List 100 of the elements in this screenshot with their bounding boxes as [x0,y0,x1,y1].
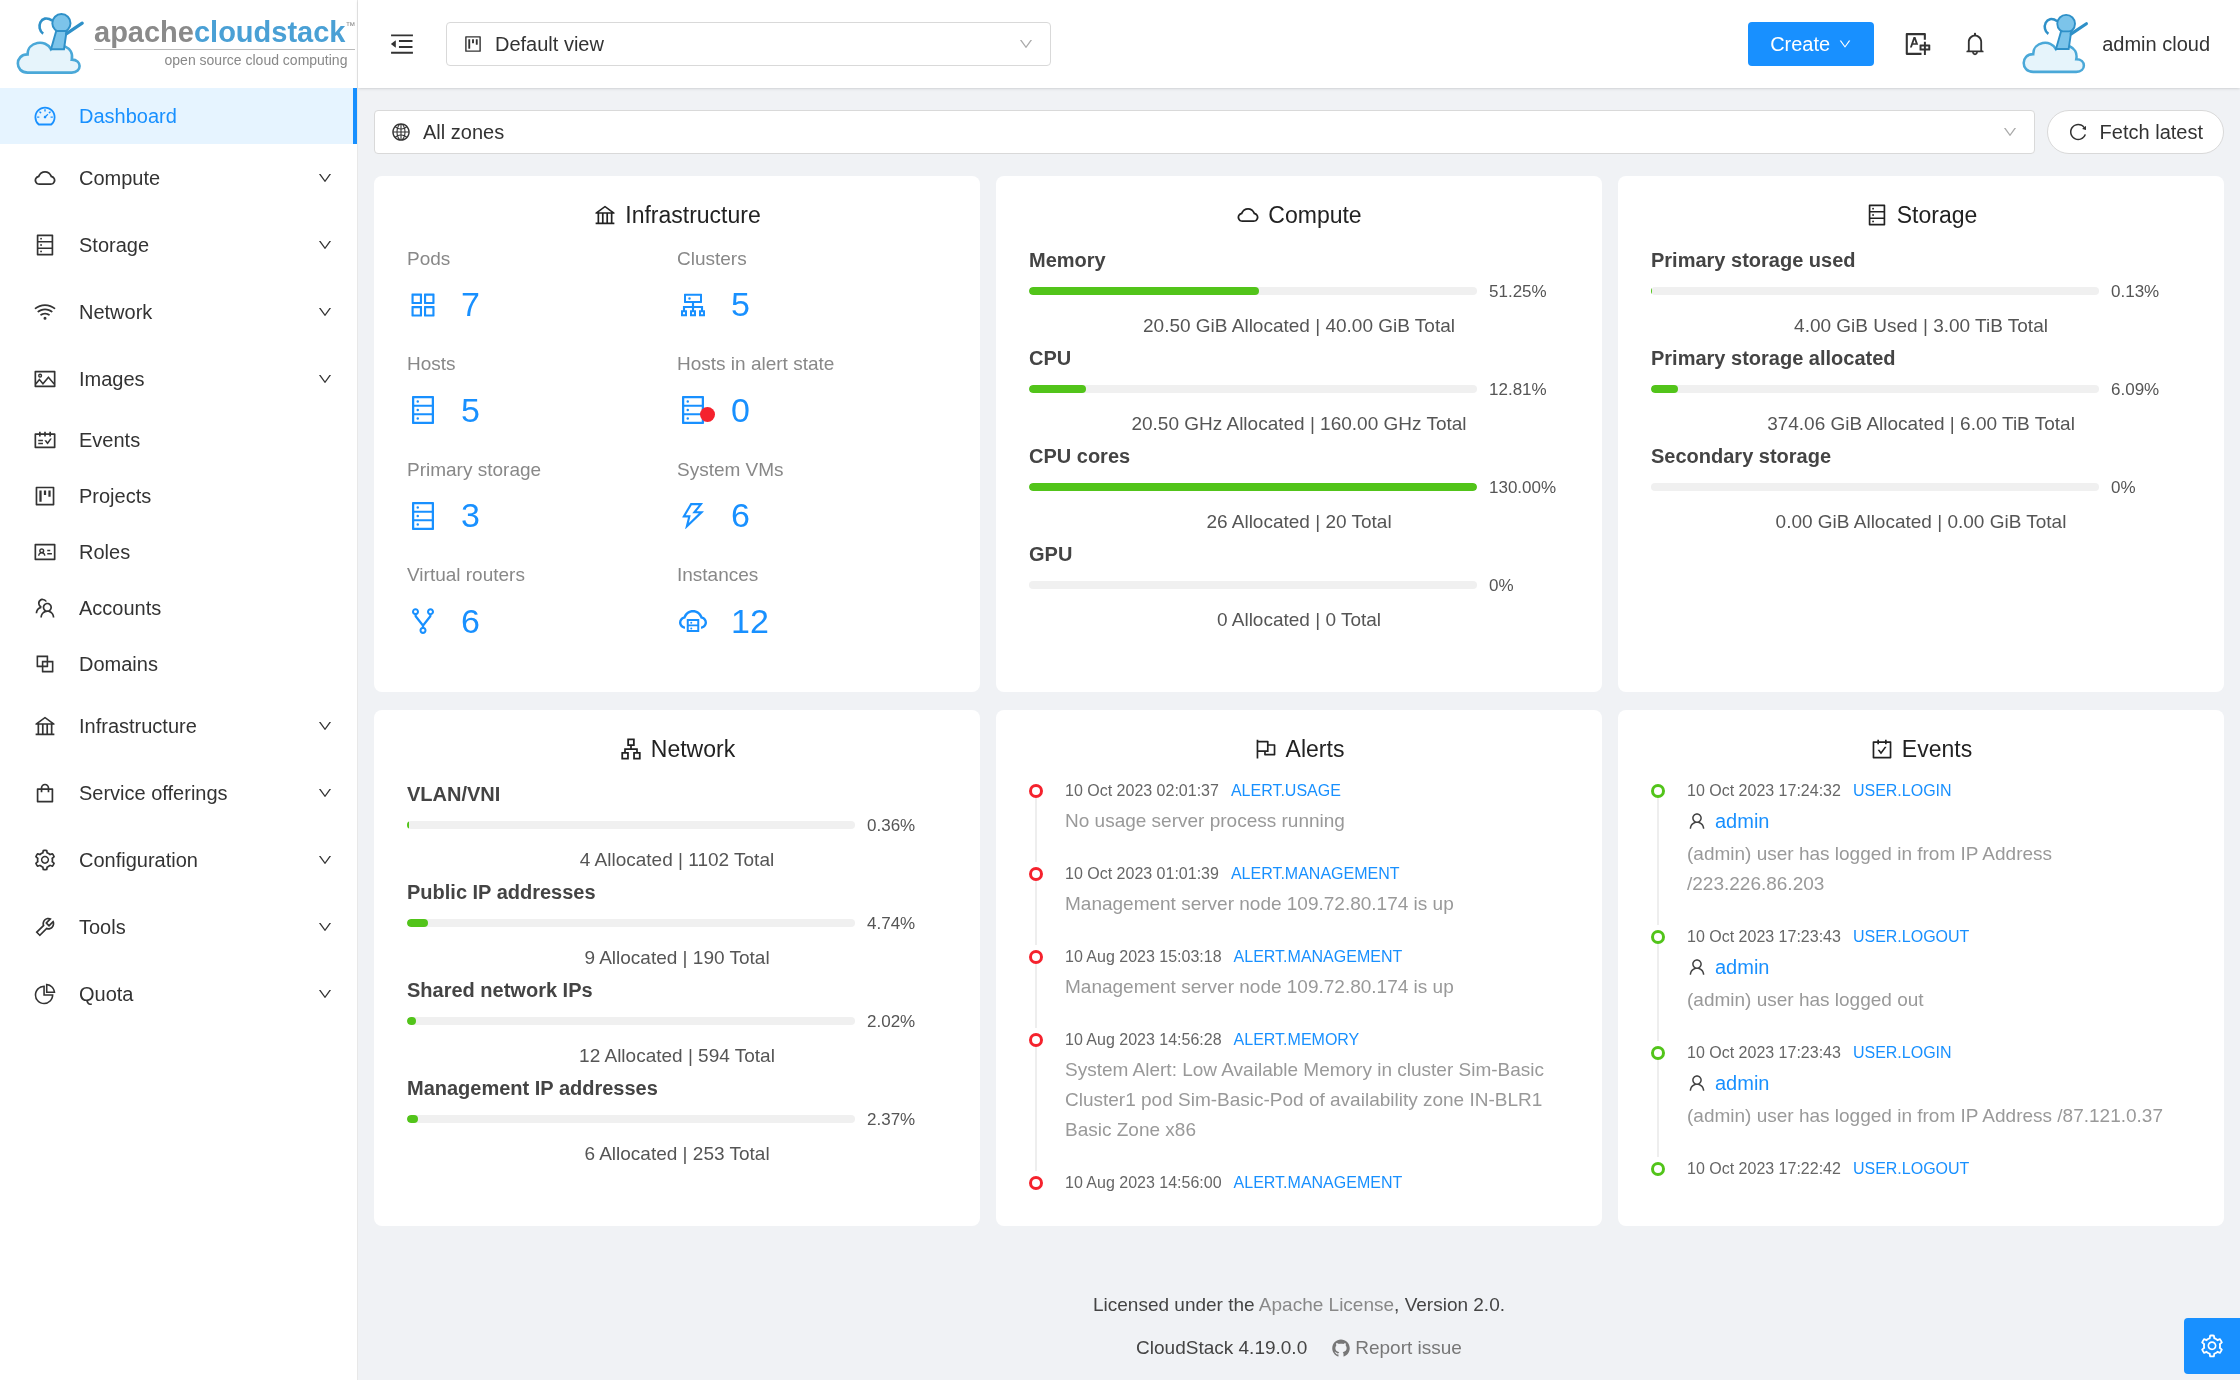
stat-value[interactable]: 7 [461,279,480,330]
logo-text: cloudstack [193,17,346,47]
card-title: Alerts [1285,735,1345,764]
allocation-text: 20.50 GiB Allocated | 40.00 GiB Total [1142,314,1456,338]
allocation-text: 12 Allocated | 594 Total [578,1044,776,1068]
create-button[interactable]: Create [1748,22,1875,66]
stat-label: Instances [677,563,760,587]
sidebar-item[interactable]: Quota [0,960,357,1027]
user-icon [1687,1072,1707,1093]
pie-chart-icon [33,981,57,1006]
event-type-link[interactable]: USER.LOGIN [1852,778,1952,803]
event-type-link[interactable]: USER.LOGOUT [1852,1156,1970,1181]
stat-value[interactable]: 0 [731,384,750,436]
license-link[interactable]: Apache License [1258,1294,1395,1315]
meter-label: GPU [1029,541,1074,567]
allocation-text: 374.06 GiB Allocated | 6.00 TiB Total [1766,412,2076,436]
message-text: (admin) user has logged out [1687,987,1925,1012]
user-icon [1687,810,1707,831]
sidebar-item[interactable]: Configuration [0,826,357,893]
users-icon [33,596,57,620]
sidebar-item[interactable]: Compute [0,144,357,211]
user-link[interactable]: admin [1715,805,1770,836]
sidebar-item[interactable]: Storage [0,211,357,278]
stat-label: System VMs [677,457,785,482]
settings-button[interactable] [2184,1318,2240,1374]
stat-value[interactable]: 6 [461,595,480,647]
event-type-link[interactable]: ALERT.MANAGEMENT [1233,1170,1403,1195]
view-select[interactable]: Default view [446,22,1051,66]
timestamp: 10 Oct 2023 17:22:42 [1687,1158,1841,1179]
event-type-link[interactable]: ALERT.MEMORY [1233,1027,1360,1052]
sidebar-item[interactable]: Roles [0,524,357,580]
percent-text: 4.74% [867,912,917,935]
settings-icon [2199,1333,2225,1359]
translate-icon[interactable] [1904,30,1933,58]
sidebar-item[interactable]: Images [0,345,357,412]
message-text: (admin) user has logged in from IP Address /87.121.0.37 [1687,1103,2164,1128]
timestamp: 10 Aug 2023 14:56:28 [1065,1029,1222,1050]
percent-text: 0.36% [867,814,917,837]
trademark-text: ™ [345,18,356,31]
sidebar-item[interactable]: Infrastructure [0,692,357,759]
percent-text: 12.81% [1489,378,1548,401]
event-type-link[interactable]: ALERT.USAGE [1230,778,1341,803]
allocation-text: 6 Allocated | 253 Total [583,1142,771,1166]
github-icon [1331,1337,1352,1358]
meter-label: Management IP addresses [407,1075,659,1101]
fetch-latest-button[interactable]: Fetch latest [2046,110,2224,154]
event-type-link[interactable]: USER.LOGOUT [1852,924,1970,949]
stat-value[interactable]: 6 [731,490,750,541]
timestamp: 10 Aug 2023 15:03:18 [1065,946,1222,967]
allocation-text: 4 Allocated | 1102 Total [578,848,776,872]
stat-value[interactable]: 12 [731,595,769,647]
meter-label: CPU [1029,345,1073,371]
sidebar-item[interactable]: Tools [0,893,357,960]
sidebar-item[interactable]: Events [0,412,357,468]
version-text: CloudStack 4.19.0.0 [1136,1335,1308,1360]
meter-label: Primary storage allocated [1651,345,1897,371]
percent-text: 2.02% [867,1010,917,1033]
message-text: (admin) user has logged in from IP Address /223.226.86.203 [1687,841,2054,896]
stat-value[interactable]: 3 [461,490,480,541]
percent-text: 0% [2111,476,2137,499]
event-type-link[interactable]: ALERT.MANAGEMENT [1233,944,1403,969]
sidebar-item[interactable]: Projects [0,468,357,524]
stat-value[interactable]: 5 [731,279,750,330]
message-text: Management server node 109.72.80.174 is up [1065,974,1455,999]
logo-text: apache [94,17,194,47]
sidebar-item[interactable]: Service offerings [0,759,357,826]
card-title: Events [1901,735,1973,764]
stat-label: Hosts [407,352,457,376]
sidebar-item[interactable]: Domains [0,636,357,692]
stat-label: Clusters [677,246,748,271]
percent-text: 6.09% [2111,378,2161,401]
sidebar-item[interactable]: Network [0,278,357,345]
user-name[interactable]: admin cloud [2102,29,2210,59]
sidebar-item[interactable]: Dashboard [0,88,357,144]
refresh-icon [2067,122,2088,142]
zone-select[interactable]: All zones [374,110,2035,154]
settings-icon [33,847,57,872]
sidebar-item[interactable]: Accounts [0,580,357,636]
timestamp: 10 Oct 2023 17:23:43 [1687,926,1841,947]
meter-label: VLAN/VNI [407,781,502,807]
report-issue-link[interactable]: Report issue [1331,1333,1462,1362]
meter-label: Public IP addresses [407,879,597,905]
stat-value[interactable]: 5 [461,384,480,436]
meter-label: Primary storage used [1651,247,1857,273]
event-type-link[interactable]: USER.LOGIN [1852,1040,1952,1065]
user-link[interactable]: admin [1715,1067,1770,1098]
card-title: Storage [1896,201,1978,230]
globe-icon [391,122,411,142]
user-link[interactable]: admin [1715,951,1770,982]
meter-label: CPU cores [1029,443,1132,469]
stat-label: Virtual routers [407,563,526,587]
board-icon [463,34,483,54]
percent-text: 0.13% [2111,280,2161,303]
timestamp: 10 Oct 2023 02:01:37 [1065,780,1219,801]
meter-label: Memory [1029,247,1107,273]
message-text: No usage server process running [1065,808,1346,833]
allocation-text: 9 Allocated | 190 Total [583,946,771,970]
allocation-text: 0.00 GiB Allocated | 0.00 GiB Total [1774,510,2068,534]
license-text: Licensed under the Apache License, Version 2.0. [1093,1293,1505,1317]
event-type-link[interactable]: ALERT.MANAGEMENT [1230,861,1400,886]
